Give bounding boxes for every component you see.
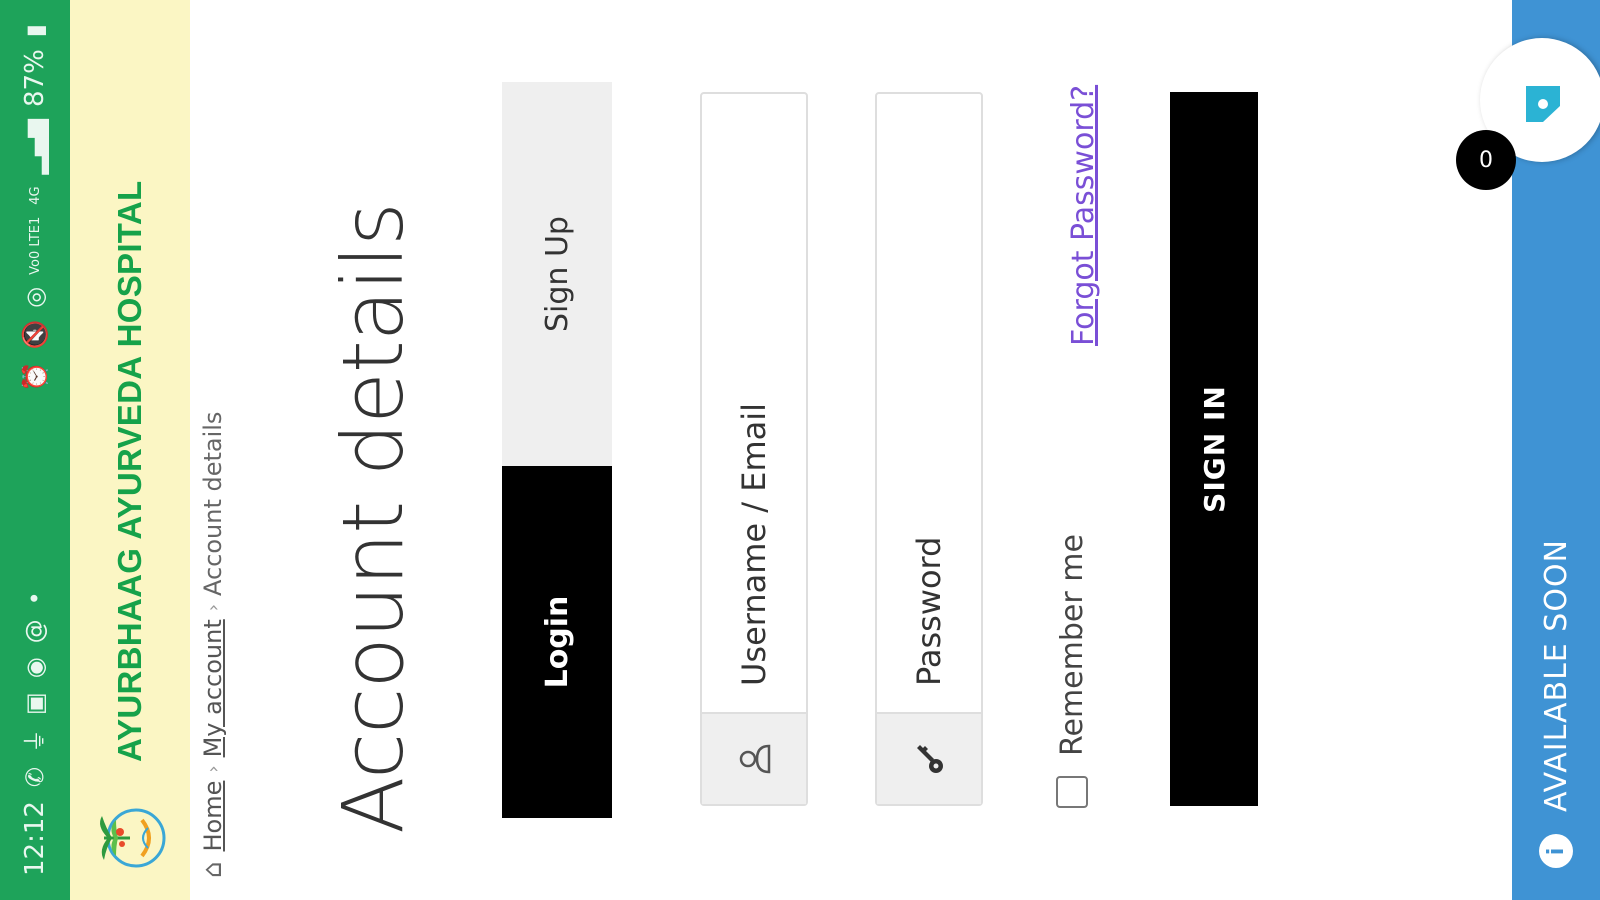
whatsapp-icon: ◉ <box>21 657 49 679</box>
volte-indicator: Vo0 LTE1 <box>27 216 43 275</box>
forgot-password-link[interactable]: Forgot Password? <box>1066 85 1101 346</box>
password-input[interactable] <box>877 94 981 712</box>
hotspot-icon: ◎ <box>21 286 49 308</box>
status-bar: 12:12 ✆ ⏚ ▣ ◉ @ • ⏰ 🔇 ◎ Vo0 LTE1 4G ▂▄▆ … <box>0 0 70 900</box>
sign-in-button[interactable]: SIGN IN <box>1170 92 1258 806</box>
at-icon: @ <box>21 619 49 644</box>
tab-login[interactable]: Login <box>502 466 612 818</box>
breadcrumb: ⌂ Home › My account › Account details <box>196 412 230 878</box>
alarm-icon: ⏰ <box>21 361 49 392</box>
remember-me-label[interactable]: Remember me <box>1055 534 1090 756</box>
battery-percent: 87% <box>20 49 50 108</box>
breadcrumb-current: Account details <box>199 411 227 597</box>
hospital-logo-icon[interactable] <box>90 798 170 878</box>
password-field-group <box>875 92 983 806</box>
phone-screen: 12:12 ✆ ⏚ ▣ ◉ @ • ⏰ 🔇 ◎ Vo0 LTE1 4G ▂▄▆ … <box>0 0 1600 900</box>
user-icon <box>702 712 806 804</box>
username-field-group <box>700 92 808 806</box>
key-icon <box>877 712 981 804</box>
phone-icon: ✆ <box>21 766 49 788</box>
breadcrumb-my-account-link[interactable]: My account <box>199 619 227 757</box>
dot-icon: • <box>21 591 49 606</box>
username-input[interactable] <box>702 94 806 712</box>
breadcrumb-separator: › <box>202 765 224 773</box>
status-time: 12:12 <box>20 801 50 876</box>
signal-icon: ▂▄▆ <box>21 119 49 175</box>
usb-icon: ⏚ <box>21 728 49 753</box>
home-icon[interactable]: ⌂ <box>198 861 228 878</box>
auth-tabs: Login Sign Up <box>502 82 612 818</box>
network-4g-indicator: 4G <box>27 186 43 205</box>
breadcrumb-separator: › <box>202 604 224 612</box>
cart-icon <box>1526 86 1560 122</box>
tab-signup[interactable]: Sign Up <box>502 82 612 466</box>
status-right: ⏰ 🔇 ◎ Vo0 LTE1 4G ▂▄▆ 87% ▮ <box>20 24 50 392</box>
breadcrumb-home-link[interactable]: Home <box>199 781 227 852</box>
available-soon-text: AVAILABLE SOON <box>1538 539 1574 812</box>
cart-count-badge: 0 <box>1456 130 1516 190</box>
mute-icon: 🔇 <box>21 319 49 350</box>
image-icon: ▣ <box>21 692 49 715</box>
remember-me[interactable]: Remember me <box>1052 534 1092 808</box>
site-header: AYURBHAAG AYURVEDA HOSPITAL <box>70 0 190 900</box>
remember-me-checkbox[interactable] <box>1056 776 1088 808</box>
site-title[interactable]: AYURBHAAG AYURVEDA HOSPITAL <box>111 181 149 762</box>
page-title: Account details <box>324 203 422 834</box>
info-icon: i <box>1539 834 1573 868</box>
status-left: 12:12 ✆ ⏚ ▣ ◉ @ • <box>20 591 50 876</box>
battery-icon: ▮ <box>21 24 49 38</box>
